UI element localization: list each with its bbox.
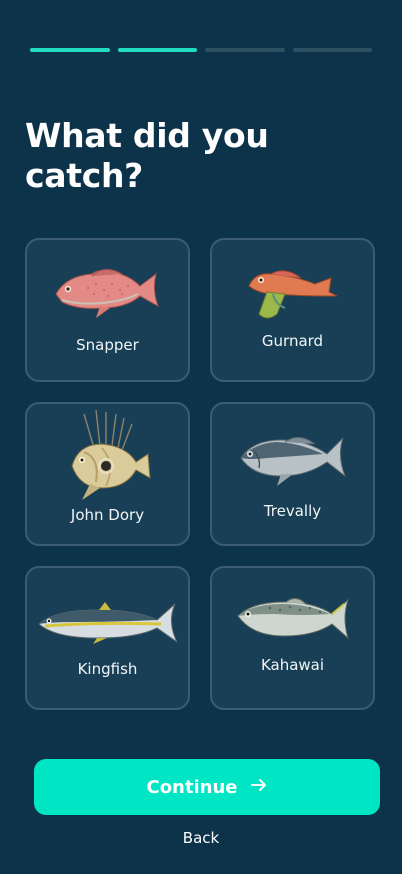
fish-option-label: John Dory [70,506,145,524]
trevally-icon [212,430,373,488]
kahawai-icon [212,594,373,648]
progress-step-2 [117,48,197,52]
arrow-right-icon [250,776,268,799]
fish-option-label: Gurnard [261,332,324,350]
continue-button[interactable]: Continue [34,759,380,815]
fish-option-trevally[interactable]: Trevally [210,402,375,546]
kingfish-icon [27,600,188,646]
fish-option-john-dory[interactable]: John Dory [25,402,190,546]
progress-step-1 [30,48,110,52]
continue-label: Continue [146,776,238,798]
fish-option-snapper[interactable]: Snapper [25,238,190,382]
fish-option-kingfish[interactable]: Kingfish [25,566,190,710]
page-title: What did you catch? [25,116,269,195]
progress-bar [30,48,372,52]
fish-options-grid: Snapper Gurnard John Dory Trevally Kingf… [25,238,375,710]
snapper-icon [27,264,188,320]
fish-option-label: Snapper [76,336,139,354]
fish-option-kahawai[interactable]: Kahawai [210,566,375,710]
john-dory-icon [27,408,188,502]
fish-option-label: Kahawai [260,656,325,674]
fish-option-label: Trevally [263,502,322,520]
back-link[interactable]: Back [0,829,402,847]
progress-step-4 [292,48,372,52]
fish-option-gurnard[interactable]: Gurnard [210,238,375,382]
progress-step-3 [205,48,285,52]
gurnard-icon [212,264,373,322]
fish-option-label: Kingfish [77,660,138,678]
